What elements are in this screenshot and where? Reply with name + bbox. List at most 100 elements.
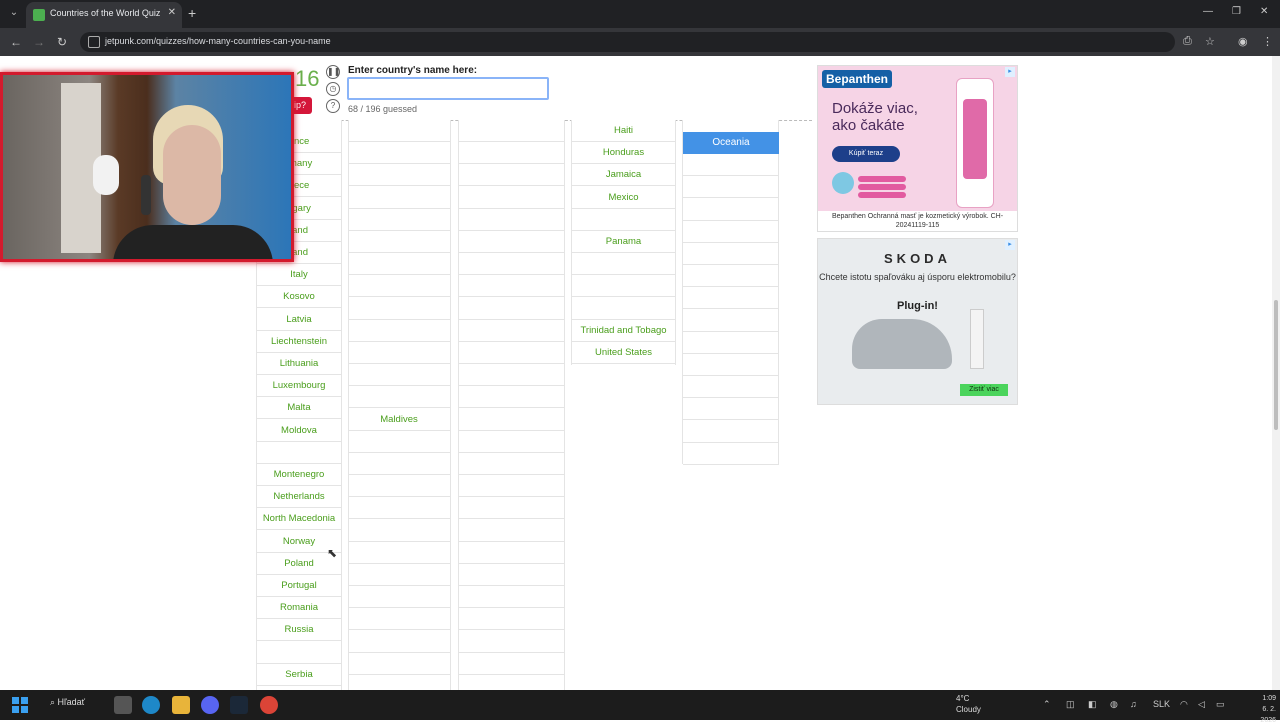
tray-app-icon[interactable]: ◧ <box>1088 699 1097 710</box>
bookmark-star-icon[interactable]: ☆ <box>1205 35 1215 48</box>
bepanthen-ad[interactable]: Bepanthen ▸ Dokáže viac, ako čakáte Kúpi… <box>817 65 1018 232</box>
column-border <box>348 120 349 690</box>
webcam-overlay <box>0 72 294 262</box>
webcam-headset <box>141 175 151 215</box>
ad-caption: Bepanthen Ochranná masť je kozmetický vý… <box>818 211 1017 231</box>
answer-cell <box>458 231 564 253</box>
column-border <box>341 120 342 690</box>
task-view-icon[interactable] <box>114 696 132 714</box>
answer-column-oceania <box>683 120 779 465</box>
battery-icon[interactable]: ▭ <box>1216 699 1225 710</box>
answer-cell <box>458 364 564 387</box>
menu-icon[interactable]: ⋮ <box>1262 35 1273 48</box>
scrollbar-thumb[interactable] <box>1274 300 1278 430</box>
windows-start-icon[interactable] <box>12 697 28 713</box>
answer-cell <box>683 221 779 243</box>
site-info-icon[interactable] <box>88 36 100 48</box>
ad-brand: Bepanthen <box>822 70 893 88</box>
answer-cell: Italy <box>257 264 341 287</box>
webcam-mask-figure <box>93 155 119 195</box>
answer-cell <box>458 209 564 231</box>
answer-cell <box>458 386 564 409</box>
column-border <box>571 120 572 365</box>
answer-cell <box>458 409 564 431</box>
answer-cell: Malta <box>257 397 341 420</box>
answer-column-north-america: Haiti Honduras Jamaica Mexico Panama Trinidad… <box>572 120 675 365</box>
profile-icon[interactable]: ◉ <box>1238 35 1248 48</box>
maximize-icon[interactable]: ❐ <box>1232 6 1241 17</box>
mouse-cursor-icon: ⬉ <box>327 546 338 560</box>
answer-cell: Moldova <box>257 420 341 442</box>
taskbar: ⌕ Hľadať 4°C Cloudy ⌃ ◫ ◧ ◍ ♫ SLK ◠ ◁ ▭ … <box>0 690 1280 724</box>
minimize-icon[interactable]: — <box>1203 6 1213 17</box>
answer-cell: Trinidad and Tobago <box>572 320 675 342</box>
input-label: Enter country's name here: <box>348 65 478 76</box>
answer-cell <box>348 564 450 586</box>
adchoices-icon[interactable]: ▸ <box>1005 67 1015 77</box>
help-icon[interactable]: ? <box>326 99 340 113</box>
answer-cell <box>348 142 450 165</box>
column-border <box>682 120 683 464</box>
answer-cell: Honduras <box>572 142 675 165</box>
answer-cell <box>458 275 564 298</box>
browser-tab[interactable]: Countries of the World Quiz ✕ <box>26 2 182 28</box>
translate-icon[interactable]: ⎙ <box>1183 35 1192 48</box>
file-explorer-icon[interactable] <box>172 696 190 714</box>
tray-chevron-icon[interactable]: ⌃ <box>1043 699 1051 710</box>
ad-cta-button[interactable]: Kúpiť teraz <box>832 146 900 162</box>
url-field[interactable]: jetpunk.com/quizzes/how-many-countries-c… <box>80 32 1175 52</box>
answer-cell <box>683 265 779 288</box>
answer-cell: United States <box>572 342 675 364</box>
discord-icon[interactable] <box>201 696 219 714</box>
answer-cell: Jamaica <box>572 164 675 187</box>
answer-cell <box>348 520 450 542</box>
product-tube-image <box>956 78 994 208</box>
close-window-icon[interactable]: ✕ <box>1260 6 1268 17</box>
answer-cell: Portugal <box>257 575 341 597</box>
answer-cell <box>348 298 450 320</box>
ad-cta-button[interactable]: Zistiť viac <box>960 384 1008 396</box>
answer-cell <box>683 310 779 332</box>
tray-app-icon[interactable]: ◫ <box>1066 699 1075 710</box>
product-badge-icon <box>832 172 854 194</box>
weather-widget[interactable]: 4°C Cloudy <box>956 693 981 715</box>
tab-search-icon[interactable]: ⌄ <box>6 5 22 21</box>
country-input[interactable] <box>347 77 549 100</box>
answer-cell: Lithuania <box>257 353 341 375</box>
tray-app-icon[interactable]: ◍ <box>1110 699 1118 710</box>
new-tab-icon[interactable]: + <box>188 5 196 21</box>
volume-icon[interactable]: ◁ <box>1198 699 1205 710</box>
tab-close-icon[interactable]: ✕ <box>168 7 176 18</box>
answer-cell <box>348 231 450 253</box>
back-icon[interactable]: ← <box>10 35 22 49</box>
charger-image <box>970 309 984 369</box>
chrome-icon[interactable] <box>260 696 278 714</box>
taskbar-clock[interactable]: 1:09 6. 2. 2026 <box>1248 693 1276 726</box>
edge-icon[interactable] <box>142 696 160 714</box>
reload-icon[interactable]: ↻ <box>57 35 67 49</box>
steam-icon[interactable] <box>230 696 248 714</box>
answer-cell <box>683 421 779 443</box>
answer-cell: Romania <box>257 597 341 620</box>
answer-cell <box>348 542 450 564</box>
microphone-icon[interactable]: ♫ <box>1130 699 1137 709</box>
forward-icon[interactable]: → <box>33 35 45 49</box>
answer-cell <box>458 253 564 276</box>
taskbar-search[interactable]: ⌕ Hľadať <box>50 697 85 708</box>
ad-pill <box>858 192 906 198</box>
adchoices-icon[interactable]: ▸ <box>1005 240 1015 250</box>
answer-cell <box>683 443 779 465</box>
guessed-counter: 68 / 196 guessed <box>348 104 418 114</box>
continent-header-oceania: Oceania <box>683 132 779 154</box>
answer-cell: Serbia <box>257 664 341 686</box>
wifi-icon[interactable]: ◠ <box>1180 699 1188 710</box>
pause-icon[interactable]: ❚❚ <box>326 65 340 79</box>
answer-cell <box>683 376 779 399</box>
weather-temperature: 4°C <box>956 694 970 703</box>
skoda-ad[interactable]: ▸ SKODA Chcete istotu spaľováku aj úspor… <box>817 238 1018 405</box>
answer-cell: Mexico <box>572 187 675 209</box>
language-indicator[interactable]: SLK <box>1153 699 1170 709</box>
browser-tab-bar: ⌄ Countries of the World Quiz ✕ + — ❐ ✕ <box>0 0 1280 28</box>
answer-cell <box>458 298 564 320</box>
ad-pill <box>858 184 906 190</box>
